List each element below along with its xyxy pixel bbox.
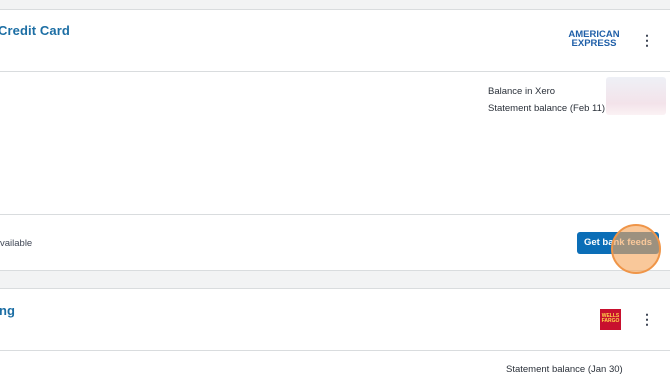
account-card-credit-card: Credit Card AMERICAN EXPRESS ⋮ Balance i… (0, 9, 670, 274)
divider (0, 214, 670, 215)
balance-in-xero-label: Balance in Xero (488, 86, 556, 97)
balance-values-blurred (606, 77, 666, 115)
american-express-logo: AMERICAN EXPRESS (566, 30, 622, 49)
divider (0, 71, 670, 72)
statement-balance-label: Statement balance (Feb 11) (488, 103, 606, 114)
statement-balance-label: Statement balance (Jan 30) (506, 364, 623, 374)
click-highlight (611, 224, 661, 274)
logo-line: EXPRESS (571, 38, 617, 49)
feed-availability-text: vailable (0, 238, 33, 249)
account-card-checking: ng WELLS FARGO ⋮ Statement balance (Jan … (0, 288, 670, 374)
account-title[interactable]: ng (0, 303, 15, 318)
logo-line: FARGO (601, 318, 620, 324)
divider (0, 350, 670, 351)
account-title[interactable]: Credit Card (0, 23, 70, 38)
wells-fargo-logo: WELLS FARGO (600, 309, 621, 330)
more-options-icon[interactable]: ⋮ (640, 311, 654, 327)
more-options-icon[interactable]: ⋮ (640, 32, 654, 48)
